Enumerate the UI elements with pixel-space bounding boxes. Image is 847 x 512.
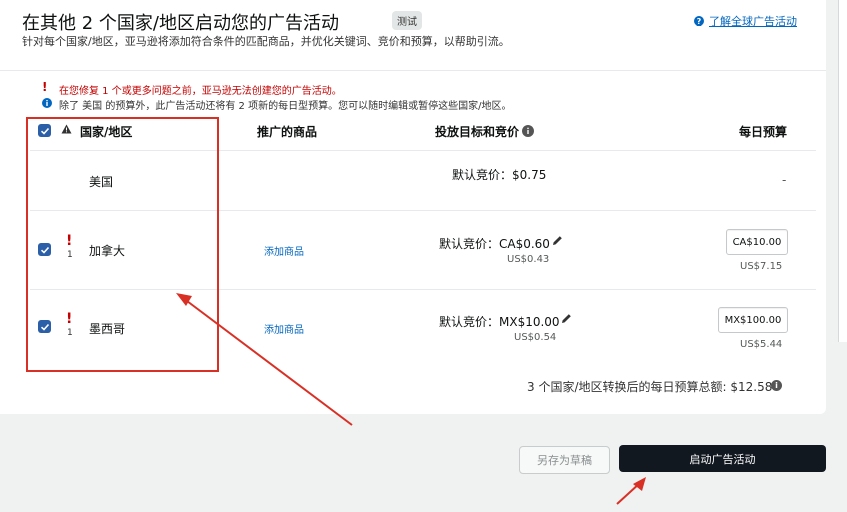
annotation-arrow-line-2 <box>616 482 641 505</box>
row-divider <box>30 289 816 290</box>
row-mexico-checkbox[interactable] <box>38 320 51 333</box>
row-mexico-bid: 默认竞价：MX$10.00 <box>439 315 560 329</box>
pencil-icon[interactable] <box>552 235 563 246</box>
page-title: 在其他 2 个国家/地区启动您的广告活动 <box>22 13 339 34</box>
error-alert: 在您修复 1 个或更多问题之前，亚马逊无法创建您的广告活动。 <box>59 86 342 97</box>
campaign-card: 在其他 2 个国家/地区启动您的广告活动 测试 针对每个国家/地区，亚马逊将添加… <box>0 0 826 414</box>
info-icon <box>42 98 52 108</box>
row-mexico-budget-input[interactable]: MX$100.00 <box>718 307 788 333</box>
add-products-link-canada[interactable]: 添加商品 <box>264 243 304 258</box>
row-canada-country: 加拿大 <box>89 244 126 258</box>
info-icon[interactable] <box>522 125 534 137</box>
info-icon[interactable]: i <box>771 380 782 391</box>
row-mexico-issue-count: 1 <box>67 328 73 338</box>
header-divider <box>0 70 826 71</box>
exclamation-icon: ! <box>66 233 73 249</box>
info-alert: 除了 美国 的预算外，此广告活动还将有 2 项新的每日型预算。您可以随时编辑或暂… <box>59 101 512 112</box>
launch-campaign-button[interactable]: 启动广告活动 <box>619 445 826 472</box>
row-mexico-country: 墨西哥 <box>89 322 126 336</box>
beta-badge: 测试 <box>392 11 422 30</box>
column-budget: 每日预算 <box>739 125 788 139</box>
info-icon: ? <box>694 16 704 26</box>
exclamation-icon: ! <box>66 311 73 327</box>
row-mexico-bid-usd: US$0.54 <box>514 332 557 343</box>
row-mexico-budget-usd: US$5.44 <box>740 339 783 350</box>
learn-more-link[interactable]: ? 了解全球广告活动 <box>694 13 797 29</box>
row-us-country: 美国 <box>89 175 114 189</box>
warning-triangle-icon <box>61 124 72 134</box>
select-all-checkbox[interactable] <box>38 124 51 137</box>
row-canada-bid-usd: US$0.43 <box>507 254 550 265</box>
row-canada-issue-count: 1 <box>67 250 73 260</box>
page-subtitle: 针对每个国家/地区，亚马逊将添加符合条件的匹配商品，并优化关键词、竞价和预算，以… <box>22 35 510 48</box>
annotation-arrowhead-2 <box>633 477 646 491</box>
row-canada-bid: 默认竞价：CA$0.60 <box>439 237 550 251</box>
row-divider <box>30 210 816 211</box>
row-canada-budget-usd: US$7.15 <box>740 261 783 272</box>
learn-more-label: 了解全球广告活动 <box>709 15 797 28</box>
row-us-bid: 默认竞价：$0.75 <box>452 168 547 182</box>
side-panel-edge <box>838 0 847 342</box>
row-canada-checkbox[interactable] <box>38 243 51 256</box>
header-divider-line <box>30 150 816 151</box>
row-us-budget: - <box>782 173 787 187</box>
row-canada-budget-input[interactable]: CA$10.00 <box>726 229 788 255</box>
column-bid: 投放目标和竞价 <box>435 125 520 139</box>
save-draft-button[interactable]: 另存为草稿 <box>519 446 610 474</box>
exclamation-icon: ! <box>42 80 48 94</box>
pencil-icon[interactable] <box>561 313 572 324</box>
column-country: 国家/地区 <box>80 125 133 139</box>
add-products-link-mexico[interactable]: 添加商品 <box>264 321 304 336</box>
total-budget: 3 个国家/地区转换后的每日预算总额: $12.58 <box>527 380 773 394</box>
column-products: 推广的商品 <box>257 125 318 139</box>
